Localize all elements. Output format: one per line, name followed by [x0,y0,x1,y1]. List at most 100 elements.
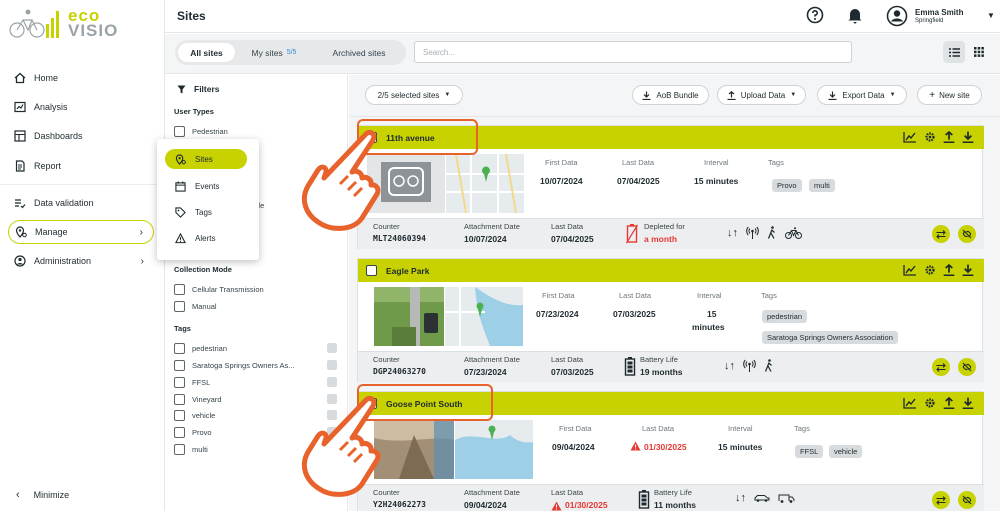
checkbox[interactable] [174,300,185,312]
filter-icon [177,85,186,93]
chart-icon[interactable] [903,131,917,143]
checkbox[interactable] [174,426,185,438]
filter-tag-vineyard[interactable]: Vineyard [174,393,221,405]
filter-tag-provo[interactable]: Provo [174,426,212,438]
gear-icon[interactable] [924,264,936,276]
interval-value: 15 [707,309,717,319]
swap-button[interactable] [932,358,950,376]
interval-value: 15 minutes [718,442,763,452]
site-map [446,154,524,213]
pointing-hand-icon [301,395,381,497]
menu-item-events[interactable]: Events [165,176,247,196]
unlink-button[interactable] [958,491,976,509]
sidebar-item-label: Manage [35,227,68,237]
checkbox[interactable] [174,283,185,295]
grid-view-button[interactable] [968,41,990,63]
site-photo [374,287,444,346]
aob-bundle-button[interactable]: AoB Bundle [632,85,709,105]
filter-tag-pedestrian[interactable]: pedestrian [174,342,227,354]
menu-item-alerts[interactable]: Alerts [165,228,247,248]
checkbox[interactable] [174,409,185,421]
upload-data-dropdown[interactable]: Upload Data ▼ [717,85,806,105]
chart-icon[interactable] [903,397,917,409]
dashboards-icon [14,130,26,142]
counter-id: DGP24063270 [373,367,426,376]
menu-item-sites[interactable]: Sites [165,149,247,169]
download-icon[interactable] [962,397,974,409]
site-name[interactable]: Eagle Park [386,266,429,276]
download-icon[interactable] [962,264,974,276]
checkbox[interactable] [174,376,185,388]
sidebar-item-manage[interactable]: Manage › [8,220,154,244]
checkbox[interactable] [174,393,185,405]
unlink-button[interactable] [958,358,976,376]
checkbox[interactable] [174,342,185,354]
logo-visio: VISIO [68,21,119,40]
tab-archived-sites[interactable]: Archived sites [315,43,403,62]
power-status-value: 11 months [654,500,697,510]
chevron-right-icon: › [140,255,144,267]
manage-icon [15,226,27,238]
footer-last-data-value: 07/04/2025 [551,234,594,244]
gear-icon[interactable] [924,131,936,143]
manage-menu: Sites Events Tags Alerts [157,139,259,260]
new-site-button[interactable]: + New site [917,85,982,105]
filter-tag-vehicle[interactable]: vehicle [174,409,215,421]
page-title: Sites [177,9,206,23]
avatar[interactable] [886,5,908,27]
sidebar-item-report[interactable]: Report [8,154,154,178]
filter-collection-cellular[interactable]: Cellular Transmission [174,283,264,295]
user-name[interactable]: Emma Smith [915,8,963,17]
site-tag: pedestrian [762,310,808,323]
upload-icon[interactable] [943,131,955,143]
search-input[interactable]: Search... [414,41,852,63]
attachment-date-value: 09/04/2024 [464,500,507,510]
sidebar-item-analysis[interactable]: Analysis [8,95,154,119]
site-tabs: All sites My sites 5/5 Archived sites [175,40,406,65]
help-icon[interactable] [806,6,824,24]
sidebar-item-administration[interactable]: Administration › [8,249,154,273]
gear-icon[interactable] [924,397,936,409]
site-checkbox[interactable] [366,265,377,276]
swap-button[interactable] [932,491,950,509]
sidebar-item-home[interactable]: Home [8,66,154,90]
list-view-button[interactable] [943,41,965,63]
interval-unit: minutes [692,322,725,332]
minimize-button[interactable]: ‹ Minimize [8,486,154,504]
calendar-icon [175,180,186,192]
filter-tag-saratoga[interactable]: Saratoga Springs Owners As... [174,359,295,371]
export-data-dropdown[interactable]: Export Data ▼ [817,85,907,105]
upload-icon[interactable] [943,397,955,409]
upload-icon[interactable] [943,264,955,276]
checkbox[interactable] [174,443,185,455]
filter-tag-ffsl[interactable]: FFSL [174,376,210,388]
filter-collection-manual[interactable]: Manual [174,300,217,312]
transmission-icon [743,359,756,372]
bell-icon[interactable] [847,6,863,24]
chart-icon[interactable] [903,264,917,276]
unlink-button[interactable] [958,225,976,243]
filter-user-type-pedestrian[interactable]: Pedestrian [174,125,228,137]
site-map [455,420,533,479]
chevron-right-icon: › [139,226,143,238]
sidebar-item-dashboards[interactable]: Dashboards [8,124,154,148]
site-card[interactable]: Eagle Park First Data 07/23/2024 Last Da… [357,258,984,382]
selected-sites-dropdown[interactable]: 2/5 selected sites ▼ [365,85,463,105]
pedestrian-icon [767,226,775,239]
menu-item-tags[interactable]: Tags [165,202,247,222]
unlink-icon [962,495,972,505]
tab-all-sites[interactable]: All sites [178,43,235,62]
checkbox[interactable] [174,359,185,371]
bidirectional-arrows-icon: ↓↑ [724,359,735,372]
caret-down-icon[interactable]: ▼ [987,11,995,20]
filter-tag-multi[interactable]: multi [174,443,208,455]
sidebar-item-data-validation[interactable]: Data validation [8,191,154,215]
download-icon[interactable] [962,131,974,143]
first-data-value: 07/23/2024 [536,309,579,319]
transmission-icon [746,226,759,239]
tab-my-sites[interactable]: My sites 5/5 [239,43,309,62]
logo[interactable]: eco VISIO [8,6,148,44]
swap-button[interactable] [932,225,950,243]
checkbox[interactable] [174,125,185,137]
sidebar-item-label: Dashboards [34,131,83,141]
